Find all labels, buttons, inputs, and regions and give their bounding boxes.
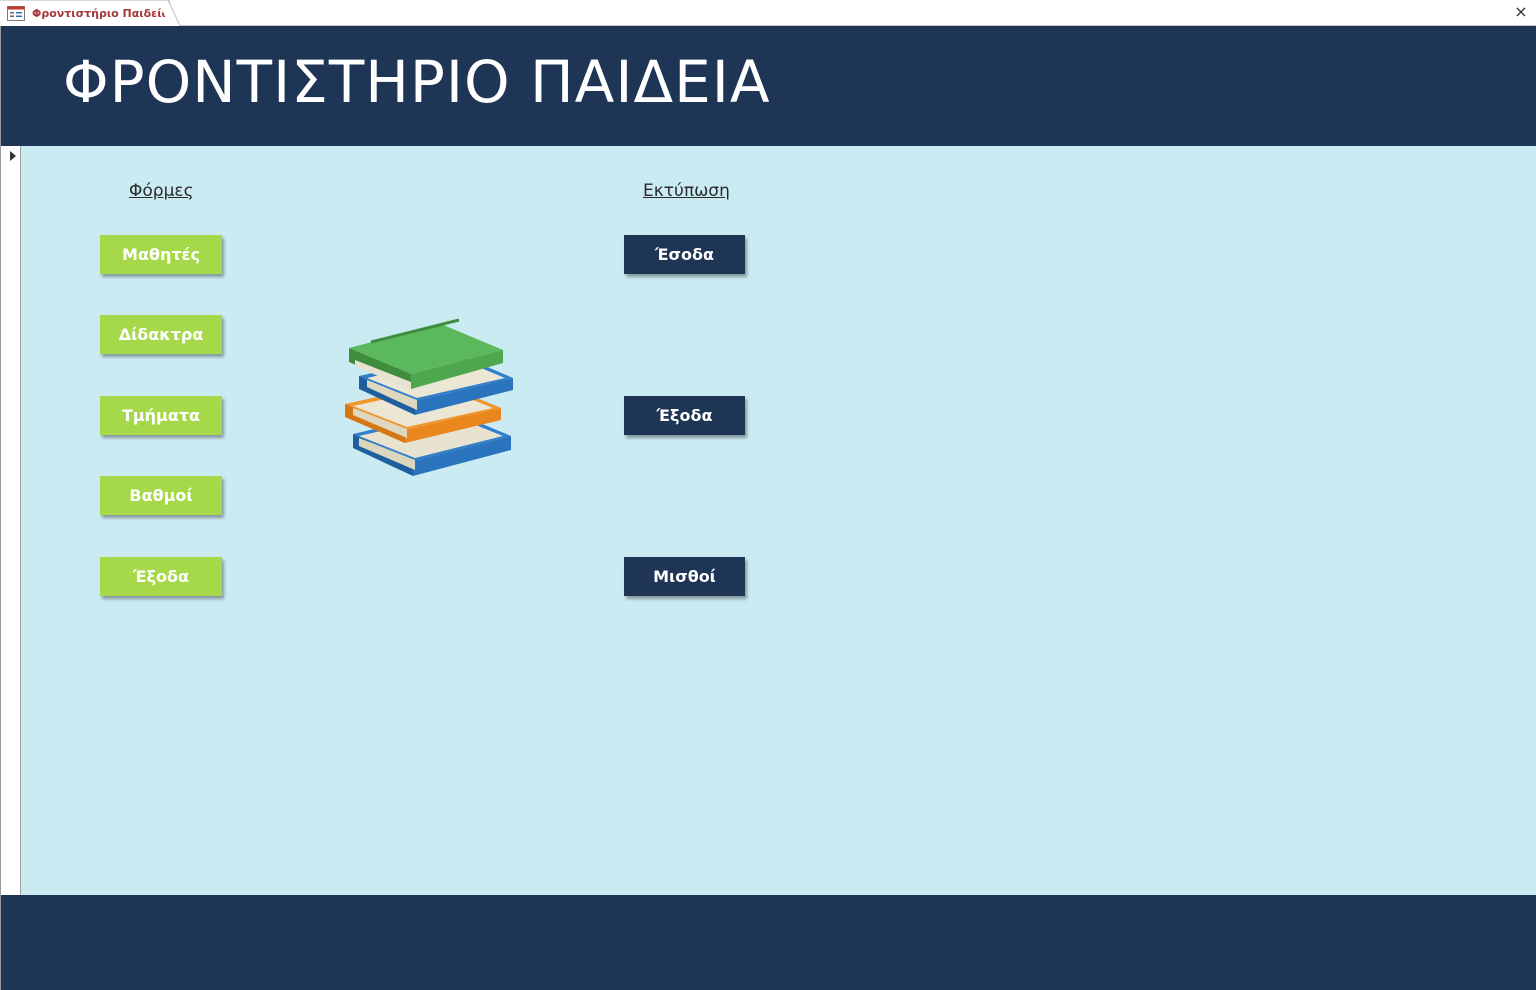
record-pointer-icon: [10, 151, 16, 161]
record-selector[interactable]: [1, 146, 21, 895]
students-button[interactable]: Μαθητές: [100, 235, 222, 274]
form-icon: [7, 6, 25, 21]
salaries-report-button[interactable]: Μισθοί: [624, 557, 745, 596]
form-header: ΦΡΟΝΤΙΣΤΗΡΙΟ ΠΑΙΔΕΙΑ: [1, 26, 1536, 146]
print-section-label: Εκτύπωση: [643, 181, 730, 201]
expenses-form-button[interactable]: Έξοδα: [100, 557, 222, 596]
document-tab[interactable]: Φροντιστήριο Παιδεία: [0, 0, 170, 26]
books-stack-icon: [345, 318, 513, 476]
expenses-report-button[interactable]: Έξοδα: [624, 396, 745, 435]
tuition-button[interactable]: Δίδακτρα: [100, 315, 222, 354]
grades-button[interactable]: Βαθμοί: [100, 476, 222, 515]
forms-section-label: Φόρμες: [129, 181, 194, 201]
document-tab-bar: Φροντιστήριο Παιδεία ×: [0, 0, 1536, 26]
form-detail: Φόρμες Μαθητές Δίδακτρα Τμήματα Βαθμοί Έ…: [21, 146, 1536, 895]
income-report-button[interactable]: Έσοδα: [624, 235, 745, 274]
form-footer: [1, 895, 1536, 990]
page-title: ΦΡΟΝΤΙΣΤΗΡΙΟ ΠΑΙΔΕΙΑ: [63, 48, 771, 116]
close-button[interactable]: ×: [1512, 3, 1530, 21]
tab-title: Φροντιστήριο Παιδεία: [32, 7, 170, 20]
classes-button[interactable]: Τμήματα: [100, 396, 222, 435]
